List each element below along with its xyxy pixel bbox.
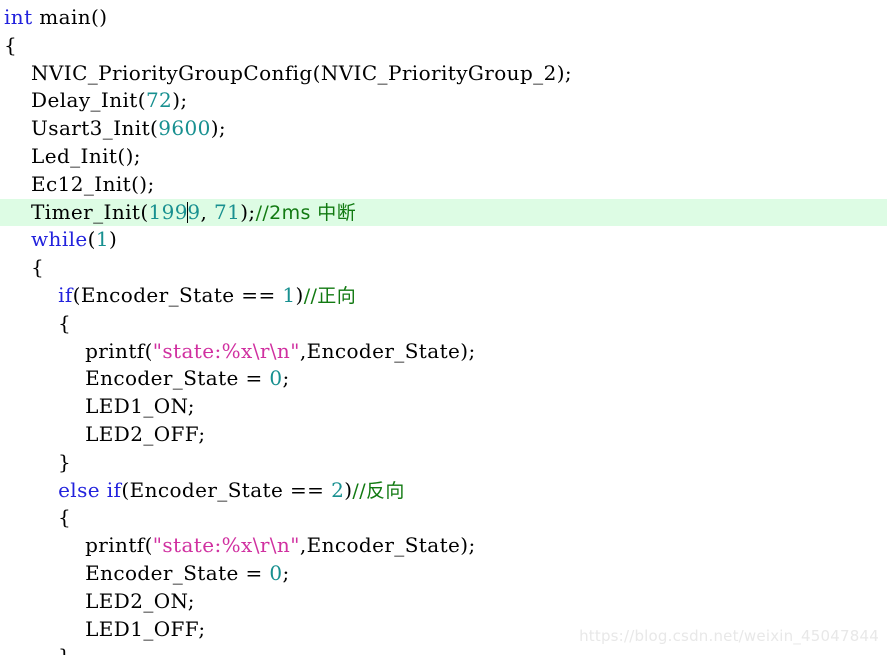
indent-while	[4, 227, 31, 251]
number-1-while: 1	[95, 227, 109, 252]
call-printf-post-2: ,Encoder_State);	[299, 533, 476, 558]
string-literal-state-2: "state:%x\r\n"	[152, 533, 300, 558]
code-line-10[interactable]: {	[0, 254, 887, 282]
macro-led2-on: LED2_ON;	[4, 588, 195, 613]
keyword-int: int	[4, 5, 33, 29]
comment-reverse: //反向	[352, 479, 405, 502]
call-timer-init-pre: Timer_Init(	[4, 199, 149, 224]
assign-encoder-state-pre-1: Encoder_State =	[4, 366, 270, 391]
code-line-24[interactable]: }	[0, 643, 887, 655]
number-71: 71	[213, 199, 241, 224]
code-line-8-current[interactable]: Timer_Init(1999, 71);//2ms 中断	[0, 198, 887, 227]
code-line-12[interactable]: {	[0, 310, 887, 338]
code-line-1[interactable]: int main()	[0, 4, 887, 32]
call-led-init: Led_Init();	[4, 143, 141, 168]
call-nvic-priority-group-config: NVIC_PriorityGroupConfig(NVIC_PriorityGr…	[4, 60, 573, 85]
macro-led1-off: LED1_OFF;	[4, 616, 206, 641]
code-line-21[interactable]: Encoder_State = 0;	[0, 560, 887, 588]
call-ec12-init: Ec12_Init();	[4, 171, 155, 196]
call-delay-init-post: );	[172, 88, 188, 113]
code-line-18[interactable]: else if(Encoder_State == 2)//反向	[0, 477, 887, 505]
code-line-3[interactable]: NVIC_PriorityGroupConfig(NVIC_PriorityGr…	[0, 60, 887, 88]
brace-open-if: {	[4, 310, 72, 335]
call-timer-init-post: );	[240, 199, 256, 224]
space-else-if	[100, 478, 107, 502]
code-line-17[interactable]: }	[0, 449, 887, 477]
code-line-9[interactable]: while(1)	[0, 226, 887, 254]
brace-close-elseif: }	[4, 644, 71, 655]
paren-open-while: (	[87, 227, 96, 252]
watermark-text: https://blog.csdn.net/weixin_45047844	[579, 627, 879, 645]
keyword-else: else	[58, 477, 100, 502]
indent-if	[4, 283, 58, 307]
call-usart3-init-post: );	[210, 116, 227, 141]
code-line-6[interactable]: Led_Init();	[0, 143, 887, 171]
keyword-while: while	[31, 227, 88, 252]
code-line-22[interactable]: LED2_ON;	[0, 588, 887, 616]
assign-encoder-state-pre-2: Encoder_State =	[4, 560, 270, 585]
keyword-if: if	[58, 282, 73, 307]
condition-if-pre: (Encoder_State ==	[72, 282, 283, 307]
paren-close-while: )	[109, 227, 118, 252]
indent-else-if	[4, 478, 58, 502]
comment-forward: //正向	[303, 284, 357, 307]
code-line-7[interactable]: Ec12_Init();	[0, 171, 887, 199]
code-content[interactable]: int main() { NVIC_PriorityGroupConfig(NV…	[0, 0, 887, 655]
arg-separator: ,	[200, 199, 214, 224]
number-72: 72	[145, 88, 173, 113]
condition-if-post: )	[295, 282, 304, 307]
assign-encoder-state-post-2: ;	[282, 560, 290, 585]
code-editor[interactable]: int main() { NVIC_PriorityGroupConfig(NV…	[0, 0, 887, 655]
call-usart3-init-pre: Usart3_Init(	[4, 116, 159, 141]
number-1-condition: 1	[282, 282, 296, 307]
macro-led2-off: LED2_OFF;	[4, 421, 206, 446]
code-line-16[interactable]: LED2_OFF;	[0, 421, 887, 449]
keyword-if-2: if	[106, 477, 122, 502]
code-line-19[interactable]: {	[0, 504, 887, 532]
number-0-assign-2: 0	[269, 560, 283, 585]
code-line-15[interactable]: LED1_ON;	[0, 393, 887, 421]
code-line-11[interactable]: if(Encoder_State == 1)//正向	[0, 282, 887, 310]
assign-encoder-state-post-1: ;	[282, 366, 290, 391]
code-line-4[interactable]: Delay_Init(72);	[0, 87, 887, 115]
function-main: main()	[32, 5, 108, 29]
comment-2ms-interrupt: //2ms 中断	[255, 201, 357, 224]
call-delay-init-pre: Delay_Init(	[4, 88, 146, 113]
brace-close-if: }	[4, 449, 72, 474]
code-line-13[interactable]: printf("state:%x\r\n",Encoder_State);	[0, 338, 887, 366]
call-printf-pre-1: printf(	[4, 338, 153, 363]
brace-open-while: {	[4, 255, 45, 280]
code-line-2[interactable]: {	[0, 32, 887, 60]
number-9600: 9600	[158, 116, 211, 141]
code-line-14[interactable]: Encoder_State = 0;	[0, 365, 887, 393]
number-2-condition: 2	[331, 477, 345, 502]
condition-elseif-pre: (Encoder_State ==	[121, 477, 332, 502]
code-line-5[interactable]: Usart3_Init(9600);	[0, 115, 887, 143]
call-printf-pre-2: printf(	[4, 533, 153, 558]
string-literal-state-1: "state:%x\r\n"	[152, 338, 300, 363]
number-1999-part2: 9	[187, 199, 201, 224]
code-line-20[interactable]: printf("state:%x\r\n",Encoder_State);	[0, 532, 887, 560]
number-0-assign-1: 0	[269, 366, 283, 391]
brace-open-elseif: {	[4, 505, 72, 530]
macro-led1-on: LED1_ON;	[4, 394, 195, 419]
number-1999-part1: 199	[148, 199, 188, 224]
brace-open-main: {	[4, 32, 18, 57]
call-printf-post-1: ,Encoder_State);	[299, 338, 476, 363]
